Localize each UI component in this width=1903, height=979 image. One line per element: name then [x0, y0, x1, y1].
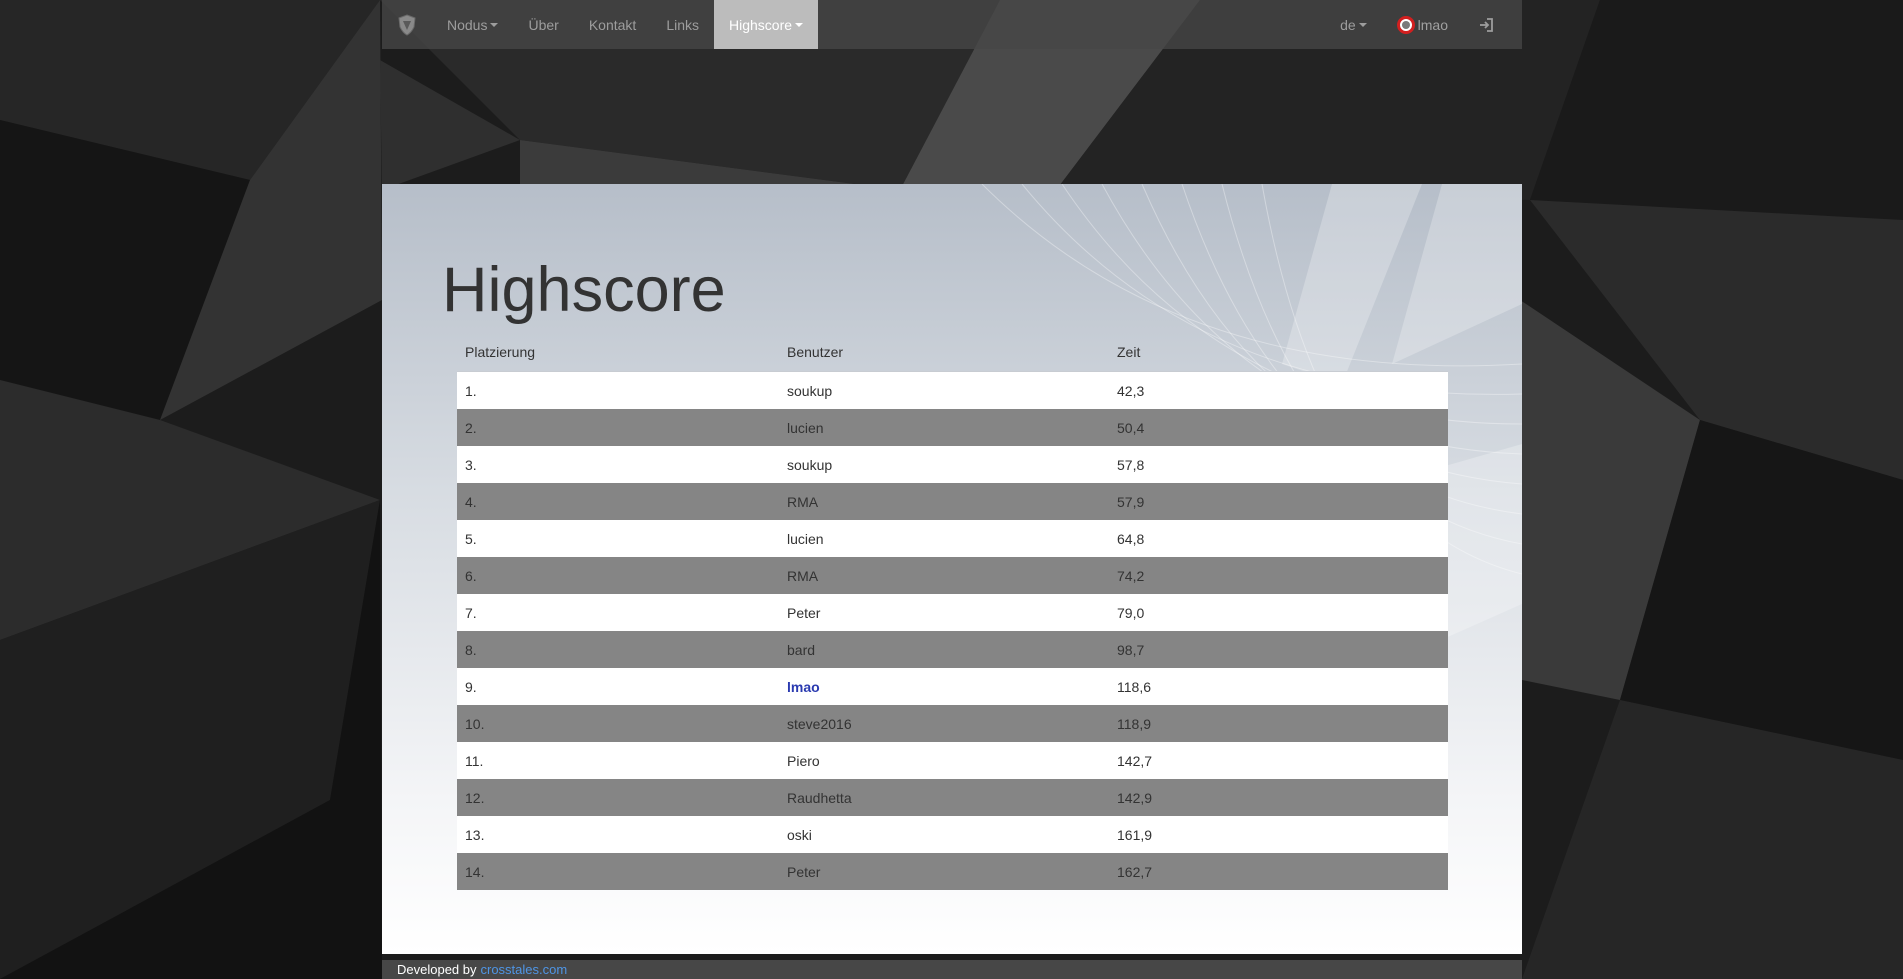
cell-user: Piero — [787, 752, 820, 769]
cell-time: 162,7 — [1117, 863, 1153, 880]
cell-user: oski — [787, 826, 812, 843]
cell-time: 50,4 — [1117, 419, 1145, 436]
table-row: 11. Piero 142,7 — [457, 742, 1448, 779]
table-row: 6. RMA 74,2 — [457, 557, 1448, 594]
cell-user: Peter — [787, 604, 821, 621]
cell-time: 98,7 — [1117, 641, 1145, 658]
top-navbar: Nodus Über Kontakt Links Highscore de lm… — [382, 0, 1522, 49]
cell-time: 57,8 — [1117, 456, 1145, 473]
cell-time: 64,8 — [1117, 530, 1145, 547]
table-header: Platzierung Benutzer Zeit — [457, 332, 1448, 372]
table-row: 8. bard 98,7 — [457, 631, 1448, 668]
table-row: 12. Raudhetta 142,9 — [457, 779, 1448, 816]
nav-links[interactable]: Links — [651, 0, 714, 49]
table-row: 7. Peter 79,0 — [457, 594, 1448, 631]
footer-link-crosstales[interactable]: crosstales.com — [481, 962, 568, 977]
table-row: 3. soukup 57,8 — [457, 446, 1448, 483]
cell-time: 161,9 — [1117, 826, 1153, 843]
cell-time: 118,9 — [1117, 715, 1151, 732]
cell-user: Raudhetta — [787, 789, 852, 806]
nav-kontakt[interactable]: Kontakt — [574, 0, 651, 49]
avatar — [1396, 15, 1415, 34]
user-menu[interactable]: lmao — [1382, 0, 1463, 49]
highscore-panel: Highscore Platzierung Benutzer Zeit 1. s… — [382, 184, 1522, 954]
cell-rank: 5. — [465, 530, 477, 547]
sign-in-button[interactable] — [1463, 0, 1522, 49]
cell-user: lucien — [787, 530, 824, 547]
nav-kontakt-label: Kontakt — [588, 16, 637, 33]
language-label: de — [1340, 16, 1356, 33]
table-row: 4. RMA 57,9 — [457, 483, 1448, 520]
cell-time: 42,3 — [1117, 382, 1145, 399]
column-header-time: Zeit — [1117, 343, 1141, 360]
cell-time: 142,9 — [1117, 789, 1153, 806]
cell-rank: 13. — [465, 826, 485, 843]
cell-time: 142,7 — [1117, 752, 1153, 769]
table-row: 14. Peter 162,7 — [457, 853, 1448, 890]
user-name: lmao — [1417, 16, 1448, 33]
cell-user: soukup — [787, 382, 833, 399]
cell-rank: 2. — [465, 419, 477, 436]
cell-rank: 10. — [465, 715, 485, 732]
nav-right: de lmao — [1325, 0, 1522, 49]
column-header-rank: Platzierung — [465, 343, 536, 360]
chevron-down-icon — [795, 22, 804, 27]
cell-time: 74,2 — [1117, 567, 1145, 584]
cell-time: 79,0 — [1117, 604, 1145, 621]
cell-rank: 14. — [465, 863, 485, 880]
nav-nodus[interactable]: Nodus — [432, 0, 513, 49]
table-row-current-user: 9. lmao 118,6 — [457, 668, 1448, 705]
footer: Developed by crosstales.com — [382, 960, 1522, 979]
table-row: 1. soukup 42,3 — [457, 372, 1448, 409]
table-row: 13. oski 161,9 — [457, 816, 1448, 853]
logo-link[interactable] — [382, 0, 432, 49]
cell-rank: 6. — [465, 567, 477, 584]
nav-highscore-label: Highscore — [729, 16, 793, 33]
sign-in-icon — [1480, 17, 1493, 32]
footer-text: Developed by — [397, 962, 477, 977]
language-dropdown[interactable]: de — [1325, 0, 1382, 49]
table-row: 5. lucien 64,8 — [457, 520, 1448, 557]
highscore-table: Platzierung Benutzer Zeit 1. soukup 42,3… — [457, 332, 1448, 890]
cell-rank: 3. — [465, 456, 477, 473]
cell-rank: 8. — [465, 641, 477, 658]
cell-user: Peter — [787, 863, 821, 880]
table-row: 10. steve2016 118,9 — [457, 705, 1448, 742]
cell-user: soukup — [787, 456, 833, 473]
table-row: 2. lucien 50,4 — [457, 409, 1448, 446]
cell-user: bard — [787, 641, 816, 658]
cell-rank: 11. — [465, 752, 484, 769]
cell-user: RMA — [787, 567, 819, 584]
cell-user: lucien — [787, 419, 824, 436]
cell-rank: 1. — [465, 382, 477, 399]
page-title: Highscore — [442, 255, 726, 325]
cell-user-highlighted: lmao — [787, 678, 820, 695]
shield-logo-icon — [398, 13, 416, 36]
nav-ueber[interactable]: Über — [513, 0, 573, 49]
nav-ueber-label: Über — [528, 16, 559, 33]
cell-rank: 12. — [465, 789, 485, 806]
nav-highscore[interactable]: Highscore — [714, 0, 819, 49]
chevron-down-icon — [1358, 22, 1367, 27]
cell-user: RMA — [787, 493, 819, 510]
nav-links-label: Links — [666, 16, 699, 33]
cell-rank: 7. — [465, 604, 477, 621]
cell-rank: 4. — [465, 493, 477, 510]
chevron-down-icon — [490, 22, 499, 27]
cell-rank: 9. — [465, 678, 477, 695]
cell-time: 118,6 — [1117, 678, 1151, 695]
nav-nodus-label: Nodus — [447, 16, 488, 33]
cell-user: steve2016 — [787, 715, 852, 732]
cell-time: 57,9 — [1117, 493, 1145, 510]
column-header-user: Benutzer — [787, 343, 844, 360]
